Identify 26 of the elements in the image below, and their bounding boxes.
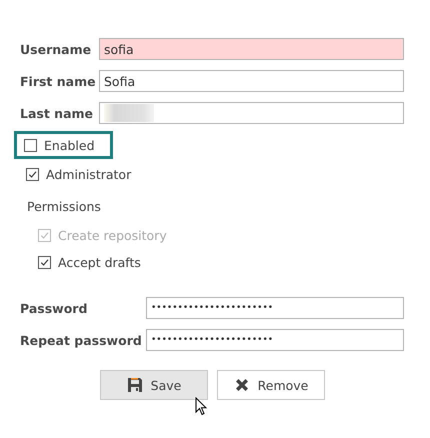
checkbox[interactable] <box>26 168 39 180</box>
checkbox-label[interactable]: Enabled <box>44 138 95 152</box>
checkbox[interactable] <box>38 256 51 268</box>
password-field[interactable]: ••••••••••••••••••••••• <box>146 297 404 319</box>
checkbox-label[interactable]: Administrator <box>46 166 132 182</box>
save-icon <box>126 377 143 393</box>
field-label: Username <box>20 42 92 56</box>
mouse-pointer-icon <box>195 397 207 416</box>
remove-button[interactable]: Remove <box>217 370 325 400</box>
input-field[interactable]: Sofia <box>99 70 404 92</box>
field-label: Repeat password <box>20 332 143 348</box>
checkmark-icon <box>27 168 38 180</box>
checkmark-icon <box>39 230 50 240</box>
checkbox-label: Create repository <box>58 228 167 242</box>
close-icon <box>234 377 250 393</box>
field-label: First name <box>20 74 97 88</box>
field-label: Password <box>20 300 88 316</box>
redacted-blur <box>104 104 154 122</box>
checkmark-icon <box>39 256 50 268</box>
input-field[interactable]: sofia <box>99 38 404 60</box>
input-field[interactable] <box>99 102 404 124</box>
field-label: Last name <box>20 106 94 120</box>
checkbox[interactable] <box>24 138 37 152</box>
checkbox-label[interactable]: Accept drafts <box>58 254 141 270</box>
password-field[interactable]: ••••••••••••••••••••••• <box>146 329 404 351</box>
section-title: Permissions <box>27 199 102 214</box>
